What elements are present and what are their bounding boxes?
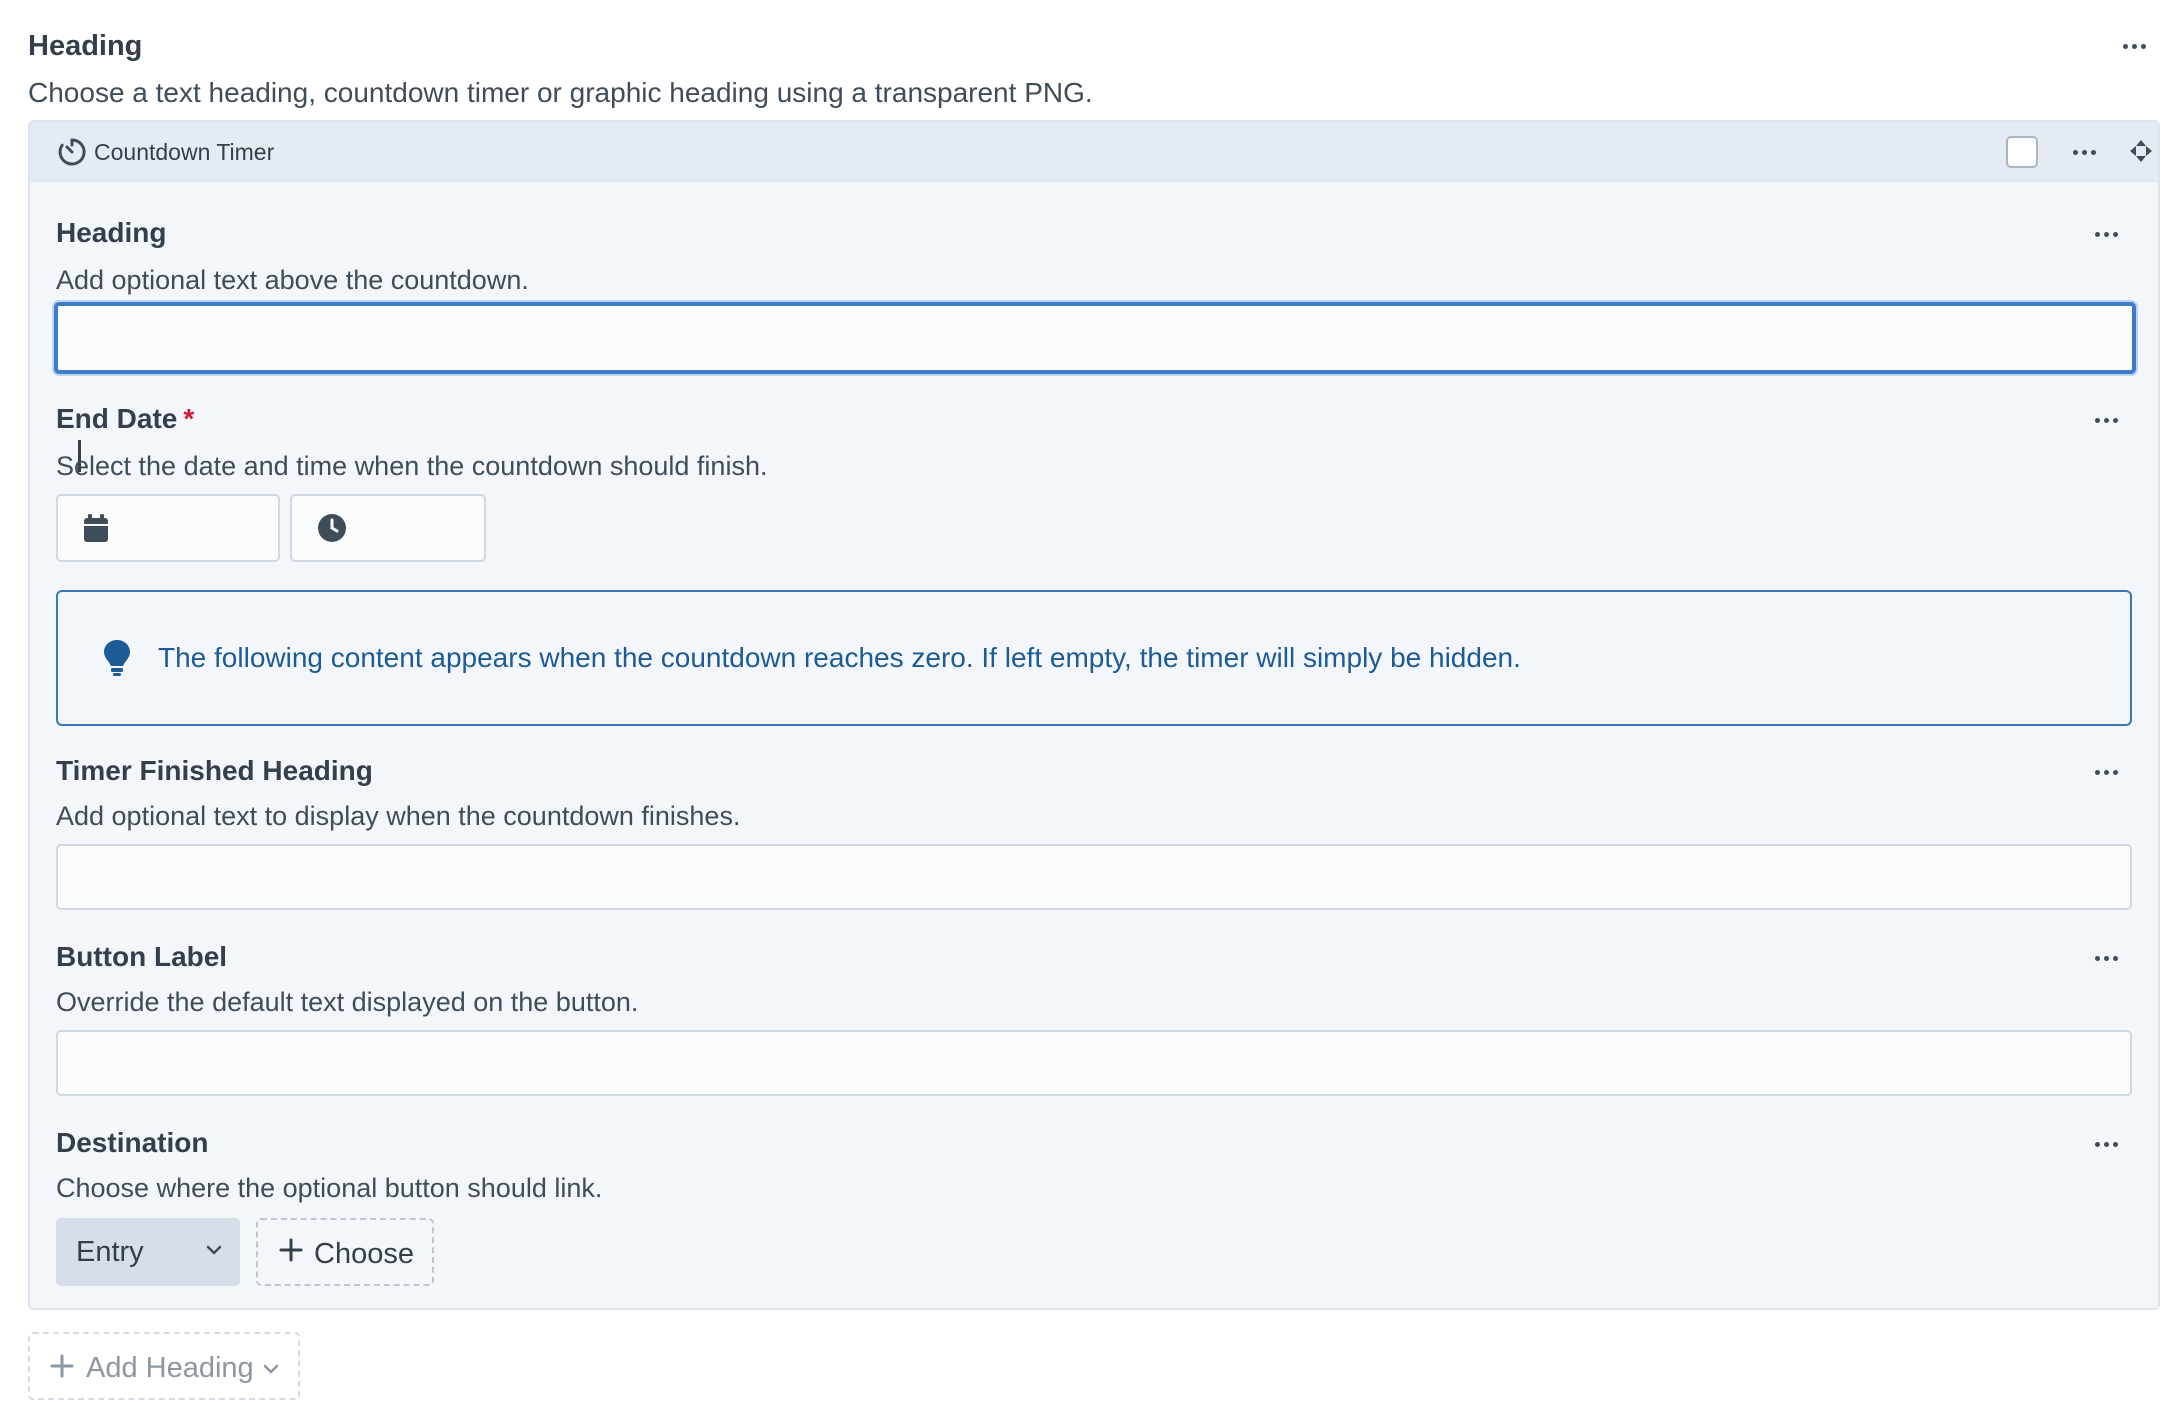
calendar-icon: [84, 514, 108, 542]
block-header: Countdown Timer: [30, 122, 2158, 182]
button-label-label: Button Label: [56, 941, 228, 972]
timer-finished-heading-label: Timer Finished Heading: [56, 755, 373, 786]
button-label-input[interactable]: [56, 1030, 2132, 1096]
required-indicator: *: [183, 403, 195, 434]
end-date-label-text: End Date: [56, 403, 178, 434]
lightbulb-icon: [104, 640, 130, 676]
end-date-instructions: Select the date and time when the countd…: [56, 451, 768, 481]
clock-icon: [318, 514, 346, 542]
move-icon[interactable]: [2126, 136, 2156, 166]
timer-icon: [58, 138, 86, 166]
add-heading-button[interactable]: Add Heading: [28, 1332, 300, 1400]
chevron-down-icon: [263, 1364, 279, 1374]
matrix-block: Countdown Timer Heading Add optional tex…: [28, 120, 2160, 1310]
heading-input[interactable]: [54, 302, 2136, 374]
timer-finished-heading-input[interactable]: [56, 844, 2132, 910]
chevron-down-icon: [206, 1245, 222, 1255]
field-layout: Heading Choose a text heading, countdown…: [0, 0, 2178, 1406]
choose-entry-button[interactable]: Choose: [256, 1218, 434, 1286]
field-instructions: Choose a text heading, countdown timer o…: [28, 77, 1093, 108]
destination-actions-ellipsis-icon[interactable]: [2088, 1134, 2124, 1154]
field-label: Heading: [28, 30, 143, 62]
timer-finished-actions-ellipsis-icon[interactable]: [2088, 762, 2124, 782]
button-label-actions-ellipsis-icon[interactable]: [2088, 948, 2124, 968]
plus-icon: [279, 1238, 303, 1262]
destination-instructions: Choose where the optional button should …: [56, 1173, 603, 1203]
info-notice: The following content appears when the c…: [56, 590, 2132, 726]
block-type-label: Countdown Timer: [94, 139, 275, 165]
end-date-actions-ellipsis-icon[interactable]: [2088, 410, 2124, 430]
field-actions-ellipsis-icon[interactable]: [2116, 36, 2152, 56]
heading-label: Heading: [56, 217, 167, 248]
end-date-label: End Date *: [56, 400, 194, 438]
heading-actions-ellipsis-icon[interactable]: [2088, 224, 2124, 244]
block-actions-ellipsis-icon[interactable]: [2066, 142, 2102, 162]
link-type-select[interactable]: Entry: [56, 1218, 240, 1286]
button-label-instructions: Override the default text displayed on t…: [56, 987, 639, 1017]
plus-icon: [50, 1354, 74, 1378]
link-type-selected: Entry: [76, 1236, 144, 1268]
timer-finished-heading-instructions: Add optional text to display when the co…: [56, 801, 741, 831]
choose-label: Choose: [314, 1238, 414, 1270]
destination-label: Destination: [56, 1127, 209, 1158]
time-picker-input[interactable]: [290, 494, 486, 562]
date-picker-input[interactable]: [56, 494, 280, 562]
notice-text: The following content appears when the c…: [158, 642, 1521, 673]
block-select-checkbox[interactable]: [2006, 136, 2038, 168]
heading-instructions: Add optional text above the countdown.: [56, 265, 529, 295]
add-heading-label: Add Heading: [86, 1352, 254, 1384]
